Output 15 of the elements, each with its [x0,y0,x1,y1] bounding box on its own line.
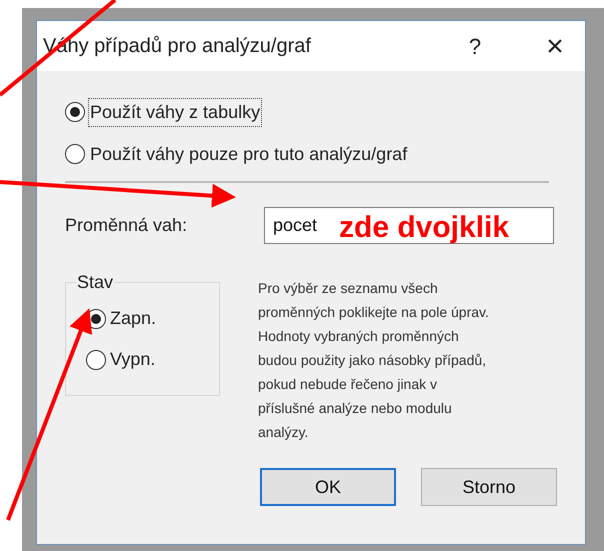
radio-button[interactable] [65,102,85,122]
dialog-button[interactable]: Storno [421,468,557,506]
close-button[interactable]: × [535,24,575,68]
annotation-text: zde dvojklik [339,210,510,246]
radio-button[interactable] [86,350,106,370]
field-label: Proměnná vah: [65,214,188,237]
radio-button[interactable] [65,144,85,164]
input-field[interactable]: pocet zde dvojklik [264,207,554,244]
radio-label[interactable]: Zapn. [110,305,156,332]
help-text: Pro výběr ze seznamu všech proměnných poklikejte na pole úprav. Hodnoty vybraných proměnných budou použity jako násobky případů, pokud nebude řečeno jinak v příslušné analýze nebo modulu analýzy. [258,279,489,442]
radio-label[interactable]: Vypn. [110,346,156,373]
help-button[interactable]: ? [455,30,495,62]
dialog-button[interactable]: OK [260,468,396,506]
radio-label[interactable]: Použít váhy z tabulky [89,98,262,126]
radio-label[interactable]: Použít váhy pouze pro tuto analýzu/graf [89,140,408,168]
